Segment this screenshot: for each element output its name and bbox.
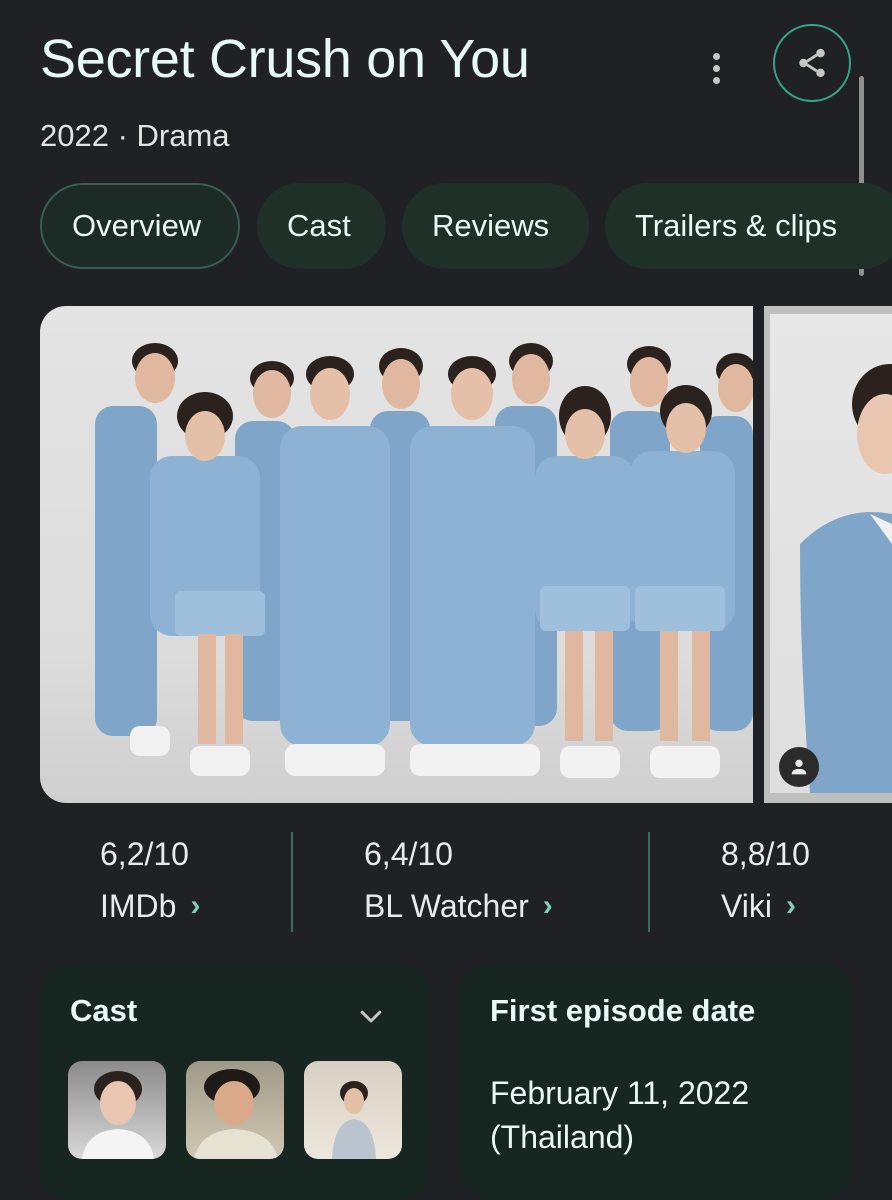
more-options-button[interactable] bbox=[694, 44, 738, 92]
cast-avatar[interactable] bbox=[68, 1061, 166, 1159]
first-episode-date: February 11, 2022 bbox=[490, 1075, 750, 1111]
first-episode-card[interactable]: First episode date February 11, 2022 (Th… bbox=[460, 963, 852, 1200]
first-episode-value: February 11, 2022 (Thailand) bbox=[490, 1071, 749, 1159]
tab-cast[interactable]: Cast bbox=[257, 183, 386, 269]
knowledge-panel: Secret Crush on You 2022 · Drama Overvie… bbox=[0, 0, 892, 1200]
cast-card-title: Cast bbox=[70, 993, 138, 1028]
rating-source: IMDb › bbox=[100, 878, 200, 934]
cast-avatar[interactable] bbox=[186, 1061, 284, 1159]
rating-source-label: BL Watcher bbox=[364, 888, 529, 924]
tab-bar: Overview Cast Reviews Trailers & clips bbox=[40, 183, 892, 269]
first-episode-country: (Thailand) bbox=[490, 1119, 635, 1155]
chevron-right-icon: › bbox=[785, 889, 796, 922]
subtitle: 2022 · Drama bbox=[40, 118, 230, 153]
chevron-down-icon[interactable] bbox=[356, 1001, 386, 1031]
image-gallery[interactable] bbox=[40, 306, 892, 803]
more-vert-icon bbox=[712, 52, 720, 60]
divider bbox=[291, 832, 293, 932]
avatar-image bbox=[194, 1069, 278, 1159]
chevron-right-icon: › bbox=[542, 889, 553, 922]
rating-source: BL Watcher › bbox=[364, 878, 553, 934]
tab-reviews[interactable]: Reviews bbox=[402, 183, 589, 269]
avatar-image bbox=[332, 1081, 376, 1159]
rating-score: 8,8/10 bbox=[721, 836, 810, 872]
cast-group-photo[interactable] bbox=[40, 306, 753, 803]
ratings-row: 6,2/10 IMDb › 6,4/10 BL Watcher › 8,8/10… bbox=[0, 830, 892, 934]
rating-score: 6,2/10 bbox=[100, 836, 189, 872]
person-glyph bbox=[791, 759, 807, 775]
rating-imdb[interactable]: 6,2/10 IMDb › bbox=[100, 830, 200, 934]
cast-avatars bbox=[68, 1061, 402, 1159]
share-icon bbox=[799, 48, 825, 78]
cast-portrait-photo[interactable] bbox=[764, 306, 892, 803]
cast-avatar[interactable] bbox=[304, 1061, 402, 1159]
share-button[interactable] bbox=[773, 24, 851, 102]
rating-bl-watcher[interactable]: 6,4/10 BL Watcher › bbox=[364, 830, 553, 934]
page-title: Secret Crush on You bbox=[40, 29, 530, 89]
first-episode-title: First episode date bbox=[490, 993, 756, 1028]
cast-card[interactable]: Cast bbox=[40, 963, 430, 1200]
tab-overview[interactable]: Overview bbox=[40, 183, 240, 269]
avatar-image bbox=[82, 1071, 154, 1159]
rating-score: 6,4/10 bbox=[364, 836, 453, 872]
divider bbox=[648, 832, 650, 932]
person-icon[interactable] bbox=[779, 747, 819, 787]
rating-viki[interactable]: 8,8/10 Viki › bbox=[721, 830, 810, 934]
more-vert-icon-dot bbox=[712, 64, 720, 72]
rating-source-label: IMDb bbox=[100, 888, 177, 924]
portrait-illustration bbox=[800, 364, 892, 793]
chevron-right-icon: › bbox=[190, 889, 201, 922]
cast-group-illustration bbox=[95, 343, 753, 778]
rating-source: Viki › bbox=[721, 878, 810, 934]
tab-trailers-clips[interactable]: Trailers & clips bbox=[605, 183, 892, 269]
rating-source-label: Viki bbox=[721, 888, 772, 924]
more-vert-icon-dot bbox=[712, 76, 720, 84]
